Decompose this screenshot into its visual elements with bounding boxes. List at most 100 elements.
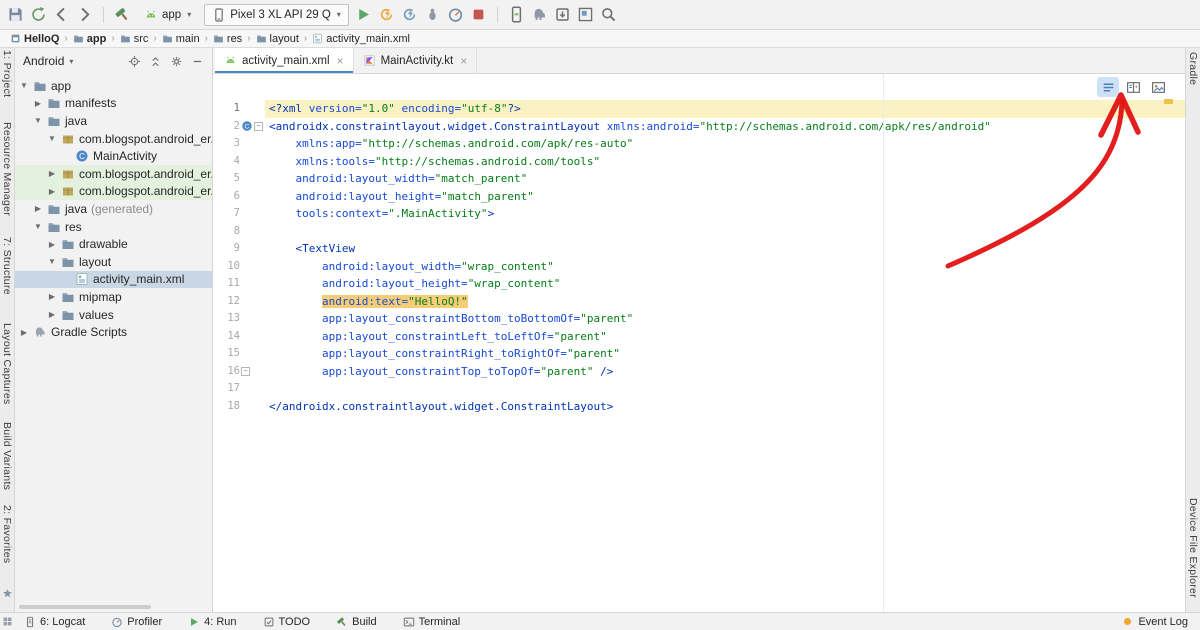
tree-row-values[interactable]: ▶ values	[15, 306, 212, 324]
code-line-8[interactable]: 8	[213, 223, 1185, 241]
run-config-selector[interactable]: app ▾	[137, 6, 198, 24]
code-line-16[interactable]: 16− app:layout_constraintTop_toTopOf="pa…	[213, 363, 1185, 381]
tree-expanded-arrow-icon[interactable]: ▼	[33, 222, 43, 231]
tree-row-drawable[interactable]: ▶ drawable	[15, 235, 212, 253]
code-line-15[interactable]: 15 app:layout_constraintRight_toRightOf=…	[213, 345, 1185, 363]
close-tab-icon[interactable]: ×	[460, 55, 467, 67]
tree-collapsed-arrow-icon[interactable]: ▶	[19, 328, 29, 337]
tree-row-layout[interactable]: ▼ layout	[15, 253, 212, 271]
breadcrumb-item-main[interactable]: main	[160, 33, 202, 45]
status-build[interactable]: Build	[336, 616, 377, 628]
status-bar-event-log[interactable]: Event Log	[1122, 616, 1188, 628]
tree-row-manifests[interactable]: ▶ manifests	[15, 95, 212, 113]
view-mode-split-button[interactable]	[1122, 77, 1144, 97]
tool-stripe-button-layout-captures[interactable]: Layout Captures	[1, 323, 13, 405]
tree-collapsed-arrow-icon[interactable]: ▶	[47, 310, 57, 319]
sync-icon[interactable]	[30, 6, 47, 23]
tree-expanded-arrow-icon[interactable]: ▼	[33, 116, 43, 125]
code-line-9[interactable]: 9 <TextView	[213, 240, 1185, 258]
breadcrumb-item-src[interactable]: src	[118, 33, 151, 45]
grid-icon[interactable]	[2, 616, 13, 627]
tree-row-com-blogspot-android-er-h[interactable]: ▶ com.blogspot.android_er.h	[15, 182, 212, 201]
code-line-7[interactable]: 7 tools:context=".MainActivity">	[213, 205, 1185, 223]
project-scrollbar[interactable]	[19, 605, 151, 609]
tree-row-app[interactable]: ▼ app	[15, 77, 212, 95]
apply-changes-icon[interactable]	[378, 6, 395, 23]
status-profiler[interactable]: Profiler	[111, 616, 162, 628]
run-icon[interactable]	[355, 6, 372, 23]
tab-activity-main-xml[interactable]: activity_main.xml ×	[215, 48, 354, 73]
view-mode-design-button[interactable]	[1147, 77, 1169, 97]
code-line-5[interactable]: 5 android:layout_width="match_parent"	[213, 170, 1185, 188]
tree-collapsed-arrow-icon[interactable]: ▶	[33, 99, 43, 108]
status-terminal[interactable]: Terminal	[403, 616, 460, 628]
tree-expanded-arrow-icon[interactable]: ▼	[47, 134, 57, 143]
tree-row-gradle-scripts[interactable]: ▶ Gradle Scripts	[15, 323, 212, 341]
fold-marker-icon[interactable]: −	[241, 366, 250, 376]
layout-inspector-icon[interactable]	[577, 6, 594, 23]
tree-collapsed-arrow-icon[interactable]: ▶	[47, 169, 57, 178]
status-todo[interactable]: TODO	[263, 616, 310, 628]
tool-stripe-button-gradle[interactable]: Gradle	[1187, 52, 1199, 85]
tree-row-res[interactable]: ▼ res	[15, 218, 212, 236]
breadcrumb-item-activity-main-xml[interactable]: activity_main.xml	[310, 33, 412, 45]
editor[interactable]: 1 <?xml version="1.0" encoding="utf-8"?> 2…	[213, 74, 1185, 612]
code-line-1[interactable]: 1 <?xml version="1.0" encoding="utf-8"?>	[213, 100, 1185, 118]
sdk-manager-icon[interactable]	[554, 6, 571, 23]
star-icon[interactable]	[2, 588, 13, 599]
sync-gradle-icon[interactable]	[531, 6, 548, 23]
error-stripe-mark[interactable]	[1164, 99, 1173, 104]
tool-stripe-button-resource-manager[interactable]: Resource Manager	[1, 122, 13, 216]
code-line-13[interactable]: 13 app:layout_constraintBottom_toBottomO…	[213, 310, 1185, 328]
fold-marker-icon[interactable]: −	[254, 121, 263, 131]
tree-row-com-blogspot-android-er-h[interactable]: ▶ com.blogspot.android_er.h	[15, 164, 212, 183]
tree-collapsed-arrow-icon[interactable]: ▶	[47, 240, 57, 249]
breadcrumb-item-helloq[interactable]: HelloQ	[8, 33, 61, 45]
search-icon[interactable]	[600, 6, 617, 23]
device-selector[interactable]: Pixel 3 XL API 29 Q ▾	[204, 3, 349, 26]
hide-icon[interactable]	[191, 55, 204, 68]
forward-icon[interactable]	[76, 6, 93, 23]
status-4-run[interactable]: 4: Run	[188, 616, 237, 628]
status-6-logcat[interactable]: 6: Logcat	[24, 616, 85, 628]
locate-icon[interactable]	[128, 55, 141, 68]
tree-row-mipmap[interactable]: ▶ mipmap	[15, 288, 212, 306]
tab-mainactivity-kt[interactable]: MainActivity.kt ×	[354, 48, 478, 73]
save-icon[interactable]	[7, 6, 24, 23]
tree-row-activity-main-xml[interactable]: activity_main.xml	[15, 270, 212, 289]
tree-expanded-arrow-icon[interactable]: ▼	[19, 81, 29, 90]
back-icon[interactable]	[53, 6, 70, 23]
code-line-3[interactable]: 3 xmlns:app="http://schemas.android.com/…	[213, 135, 1185, 153]
collapse-all-icon[interactable]	[149, 55, 162, 68]
gear-icon[interactable]	[170, 55, 183, 68]
avd-manager-icon[interactable]	[508, 6, 525, 23]
tool-stripe-button-build-variants[interactable]: Build Variants	[1, 422, 13, 490]
code-line-18[interactable]: 18 </androidx.constraintlayout.widget.Con…	[213, 398, 1185, 416]
tree-collapsed-arrow-icon[interactable]: ▶	[47, 292, 57, 301]
tool-stripe-button-device-file-explorer[interactable]: Device File Explorer	[1187, 498, 1199, 598]
code-line-10[interactable]: 10 android:layout_width="wrap_content"	[213, 258, 1185, 276]
tree-row-java[interactable]: ▼ java	[15, 112, 212, 130]
code-line-14[interactable]: 14 app:layout_constraintLeft_toLeftOf="p…	[213, 328, 1185, 346]
tool-stripe-button-1-project[interactable]: 1: Project	[1, 50, 13, 97]
breadcrumb-item-app[interactable]: app	[71, 33, 109, 45]
breadcrumb-item-res[interactable]: res	[211, 33, 244, 45]
code-line-2[interactable]: 2 C − <androidx.constraintlayout.widget.Con…	[213, 118, 1185, 136]
code-line-17[interactable]: 17	[213, 380, 1185, 398]
attach-debugger-icon[interactable]	[424, 6, 441, 23]
code-line-12[interactable]: 12 android:text="HelloQ!"	[213, 293, 1185, 311]
hammer-icon[interactable]	[114, 6, 131, 23]
project-view-selector[interactable]: Android ▾	[23, 54, 73, 68]
tool-stripe-button-7-structure[interactable]: 7: Structure	[1, 237, 13, 295]
code-line-6[interactable]: 6 android:layout_height="match_parent"	[213, 188, 1185, 206]
close-tab-icon[interactable]: ×	[337, 55, 344, 67]
view-mode-code-button[interactable]	[1097, 77, 1119, 97]
code-line-4[interactable]: 4 xmlns:tools="http://schemas.android.co…	[213, 153, 1185, 171]
tree-expanded-arrow-icon[interactable]: ▼	[47, 257, 57, 266]
tool-stripe-button-2-favorites[interactable]: 2: Favorites	[1, 505, 13, 563]
profile-icon[interactable]	[447, 6, 464, 23]
tree-row-mainactivity[interactable]: C MainActivity	[15, 147, 212, 165]
tree-row-com-blogspot-android-er-h[interactable]: ▼ com.blogspot.android_er.h	[15, 130, 212, 148]
tree-collapsed-arrow-icon[interactable]: ▶	[33, 204, 43, 213]
stop-icon[interactable]	[470, 6, 487, 23]
